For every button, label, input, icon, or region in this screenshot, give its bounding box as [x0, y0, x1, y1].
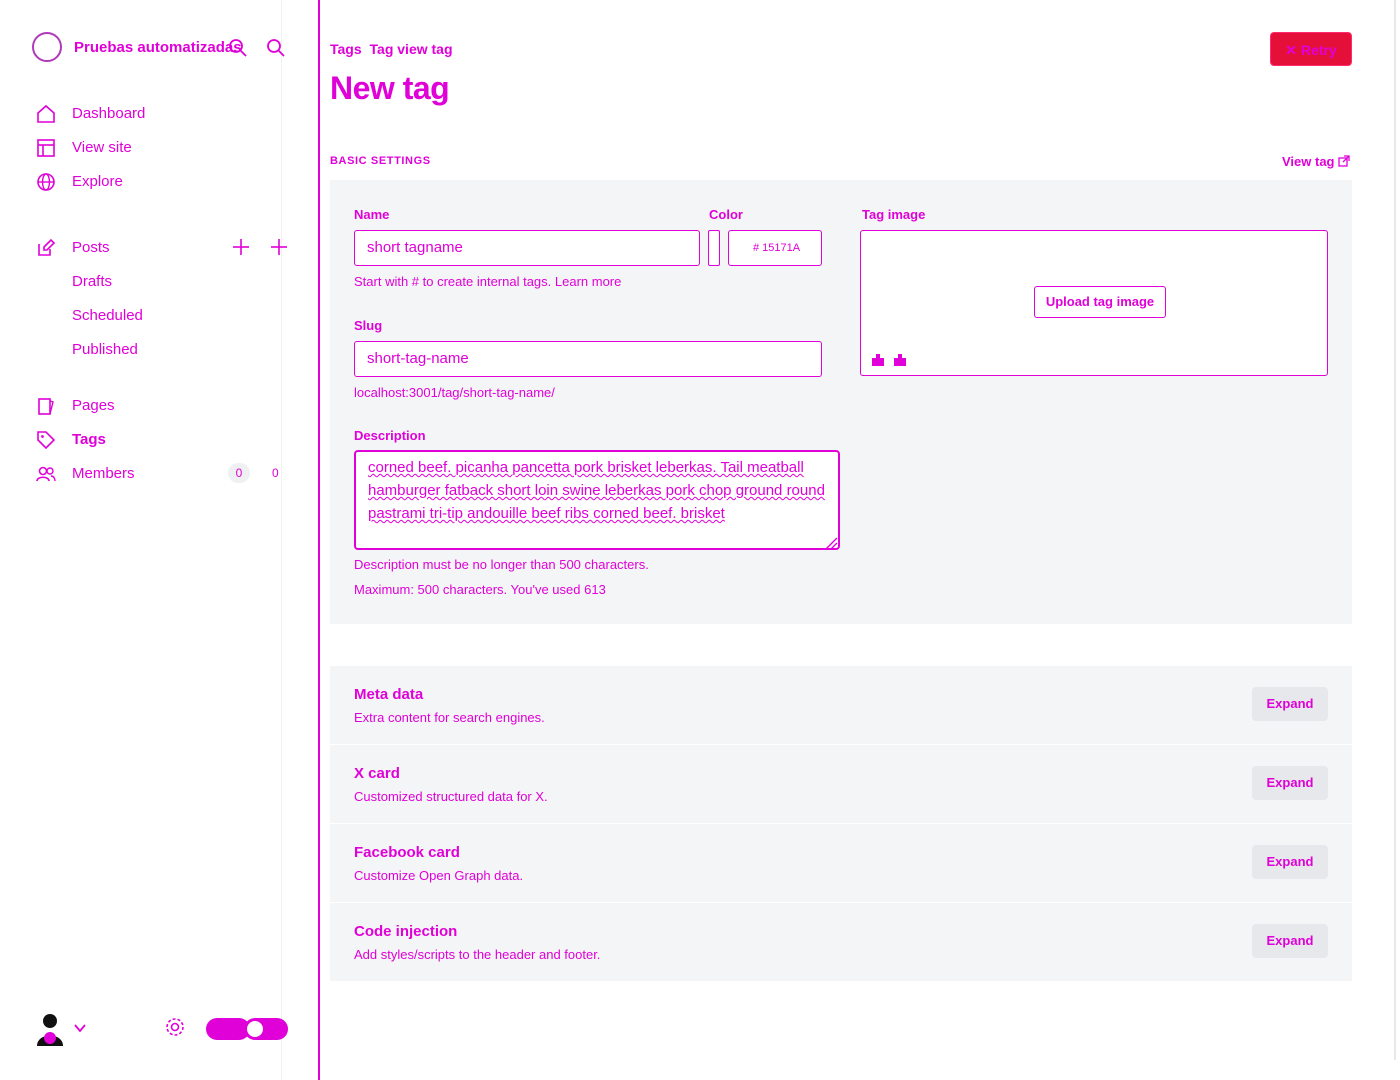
- chevron-down-icon[interactable]: [72, 1020, 88, 1036]
- gear-icon[interactable]: [164, 1016, 186, 1038]
- layout-icon: [36, 138, 56, 158]
- nav-posts-label: Posts: [72, 239, 110, 256]
- page-title: New tag: [330, 70, 450, 106]
- color-input[interactable]: # 15171A: [728, 230, 822, 266]
- description-char-count: Maximum: 500 characters. You've used 613: [354, 582, 606, 597]
- close-icon: ✕: [1285, 42, 1301, 58]
- sidebar: Pruebas automatizadas Dashboard View sit…: [0, 0, 288, 1080]
- search-icon[interactable]: [266, 38, 286, 58]
- tag-image-label: Tag image: [862, 207, 926, 222]
- breadcrumb-tags-link[interactable]: Tags: [330, 41, 362, 57]
- description-textarea[interactable]: corned beef. picanha pancetta pork brisk…: [354, 450, 840, 550]
- theme-toggle[interactable]: [244, 1018, 288, 1040]
- upload-image-button[interactable]: Upload tag image: [1034, 286, 1166, 318]
- nav-members-label: Members: [72, 465, 135, 482]
- new-post-plus-icon[interactable]: [231, 237, 251, 257]
- nav-published[interactable]: Published: [72, 341, 138, 358]
- nav-pages[interactable]: Pages: [36, 392, 286, 420]
- user-avatar[interactable]: [36, 1012, 64, 1046]
- home-icon: [36, 104, 56, 124]
- members-count: 0: [272, 466, 279, 480]
- window-edge: [1394, 0, 1396, 1060]
- section-description: Add styles/scripts to the header and foo…: [354, 947, 601, 962]
- section-description: Extra content for search engines.: [354, 710, 545, 725]
- nav-pages-label: Pages: [72, 397, 115, 414]
- x-card-section: X card Customized structured data for X.…: [330, 745, 1352, 824]
- view-tag-link[interactable]: View tag: [1282, 154, 1350, 169]
- nav-view-site-label: View site: [72, 139, 132, 156]
- expand-button[interactable]: Expand: [1252, 845, 1328, 879]
- nav-drafts[interactable]: Drafts: [72, 273, 112, 290]
- image-placeholder-icon: [872, 352, 908, 368]
- site-logo: [32, 32, 62, 62]
- section-description: Customized structured data for X.: [354, 789, 548, 804]
- code-injection-section: Code injection Add styles/scripts to the…: [330, 903, 1352, 982]
- nav-explore-label: Explore: [72, 173, 123, 190]
- section-description: Customize Open Graph data.: [354, 868, 524, 883]
- tag-icon: [36, 430, 56, 450]
- resize-handle-icon[interactable]: [822, 534, 838, 550]
- name-hint: Start with # to create internal tags. Le…: [354, 274, 622, 289]
- nav-tags[interactable]: Tags: [36, 426, 286, 454]
- slug-label: Slug: [354, 318, 383, 333]
- expand-button[interactable]: Expand: [1252, 687, 1328, 721]
- pages-icon: [36, 396, 56, 416]
- nav-tags-label: Tags: [72, 431, 106, 448]
- members-icon: [36, 464, 56, 484]
- nav-dashboard[interactable]: Dashboard: [36, 100, 286, 128]
- basic-settings-heading: BASIC SETTINGS: [330, 155, 431, 167]
- meta-data-section: Meta data Extra content for search engin…: [330, 666, 1352, 745]
- name-input[interactable]: short tagname: [354, 230, 700, 266]
- site-name: Pruebas automatizadas: [74, 39, 242, 56]
- name-label: Name: [354, 207, 390, 222]
- view-tag-label: View tag: [1282, 154, 1335, 169]
- sidebar-divider: [318, 0, 320, 1080]
- external-link-icon: [1338, 155, 1350, 167]
- section-title: Code injection: [354, 923, 458, 940]
- members-count-badge: 0: [228, 463, 250, 483]
- nav-scheduled[interactable]: Scheduled: [72, 307, 143, 324]
- toggle-knob: [247, 1021, 263, 1037]
- facebook-card-section: Facebook card Customize Open Graph data.…: [330, 824, 1352, 903]
- edit-icon: [36, 238, 56, 258]
- nav-explore[interactable]: Explore: [36, 168, 286, 196]
- section-title: X card: [354, 765, 400, 782]
- expand-button[interactable]: Expand: [1252, 924, 1328, 958]
- description-label: Description: [354, 428, 426, 443]
- nav-dashboard-label: Dashboard: [72, 105, 146, 122]
- section-title: Facebook card: [354, 844, 460, 861]
- description-hint: Description must be no longer than 500 c…: [354, 557, 649, 572]
- breadcrumb: Tags Tag view tag: [330, 41, 457, 57]
- expandable-sections: Meta data Extra content for search engin…: [330, 666, 1352, 982]
- retry-button[interactable]: ✕ Retry: [1270, 32, 1352, 66]
- color-label: Color: [709, 207, 743, 222]
- breadcrumb-current: Tag view tag: [369, 41, 453, 57]
- new-post-plus-icon[interactable]: [269, 237, 289, 257]
- retry-label: Retry: [1300, 42, 1337, 58]
- search-icon[interactable]: [228, 38, 248, 58]
- slug-input[interactable]: short-tag-name: [354, 341, 822, 377]
- globe-icon: [36, 172, 56, 192]
- slug-url: localhost:3001/tag/short-tag-name/: [354, 385, 555, 400]
- color-swatch[interactable]: [708, 230, 720, 266]
- brand[interactable]: Pruebas automatizadas: [32, 32, 292, 64]
- nav-view-site[interactable]: View site: [36, 134, 286, 162]
- section-title: Meta data: [354, 686, 424, 703]
- expand-button[interactable]: Expand: [1252, 766, 1328, 800]
